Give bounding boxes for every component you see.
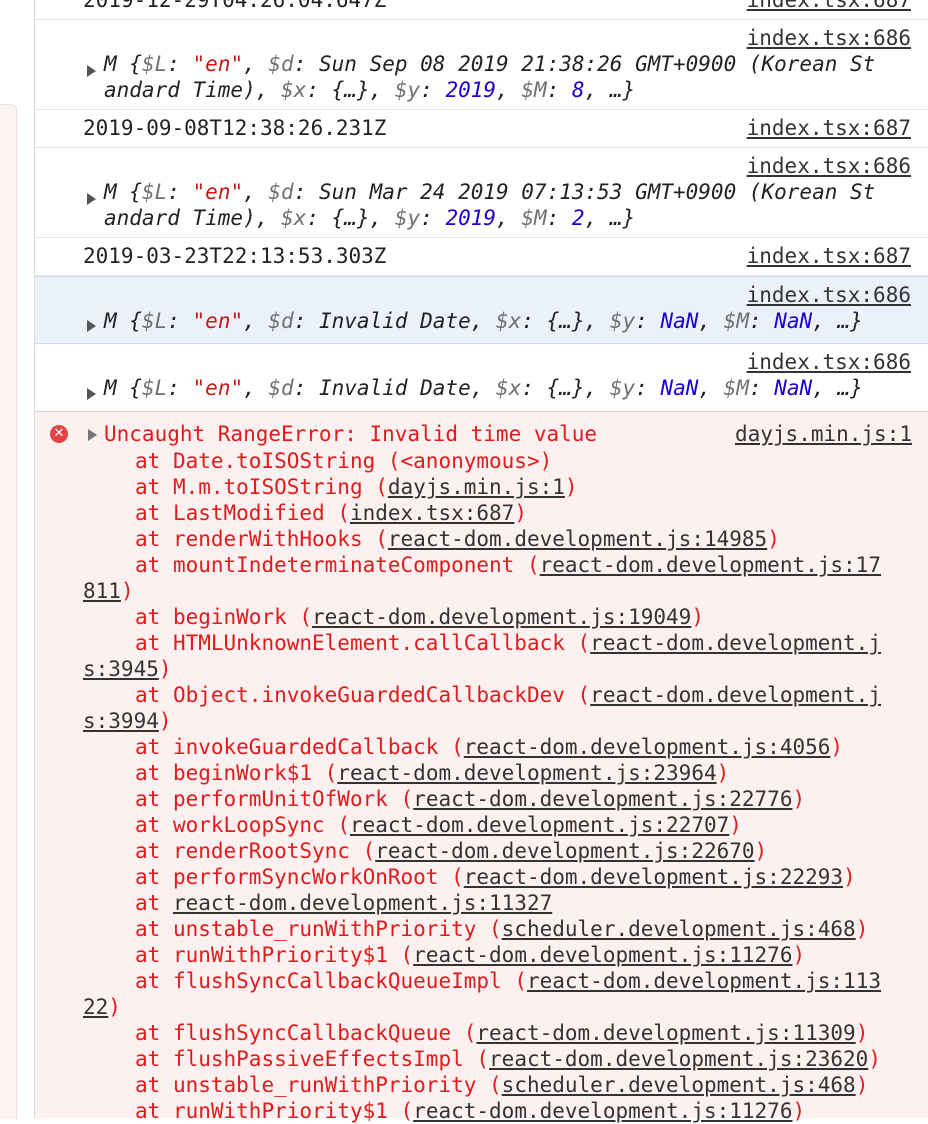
stack-frame-link[interactable]: react-dom.development.js:11327 xyxy=(173,891,552,915)
stack-frame-link[interactable]: react-dom.development.j xyxy=(590,631,881,655)
object-preview-line[interactable]: M {$L: "en", $d: Invalid Date, $x: {…}, … xyxy=(104,376,863,400)
console-panel: 2019-12-29T04:26:04.647Z index.tsx:687 i… xyxy=(34,0,928,1123)
console-entry-selected: index.tsx:686 M {$L: "en", $d: Invalid D… xyxy=(35,276,928,344)
console-entry: 2019-12-29T04:26:04.647Z index.tsx:687 xyxy=(35,0,928,20)
stack-frame-link[interactable]: react-dom.development.js:113 xyxy=(527,969,881,993)
console-entry: index.tsx:686 M {$L: "en", $d: Sun Mar 2… xyxy=(35,148,928,238)
stack-frame-link[interactable]: react-dom.development.js:22670 xyxy=(375,839,754,863)
stack-frame-link[interactable]: react-dom.development.js:22293 xyxy=(464,865,843,889)
expand-triangle-icon[interactable] xyxy=(87,65,96,77)
stack-frame-wrap: 811) xyxy=(83,579,134,603)
stack-frame-link[interactable]: s:3945 xyxy=(83,657,159,681)
stack-frame-link[interactable]: scheduler.development.js:468 xyxy=(502,917,856,941)
stack-frame-link[interactable]: react-dom.development.js:17 xyxy=(540,553,881,577)
object-preview-line[interactable]: M {$L: "en", $d: Sun Mar 24 2019 07:13:5… xyxy=(104,180,875,204)
stack-frame-link[interactable]: react-dom.development.js:4056 xyxy=(464,735,831,759)
source-link[interactable]: index.tsx:686 xyxy=(747,26,911,50)
stack-frame: at flushSyncCallbackQueueImpl (react-dom… xyxy=(135,969,881,993)
stack-frame: at renderWithHooks (react-dom.developmen… xyxy=(135,527,780,551)
console-entry: 2019-03-23T22:13:53.303Z index.tsx:687 xyxy=(35,238,928,276)
stack-frame-link[interactable]: react-dom.development.j xyxy=(590,683,881,707)
stack-frame-link[interactable]: react-dom.development.js:22707 xyxy=(350,813,729,837)
stack-frame: at flushPassiveEffectsImpl (react-dom.de… xyxy=(135,1047,881,1071)
log-text: 2019-03-23T22:13:53.303Z xyxy=(83,244,387,268)
expand-triangle-icon[interactable] xyxy=(87,193,96,205)
stack-frame-wrap: s:3994) xyxy=(83,709,172,733)
stack-frame-link[interactable]: scheduler.development.js:468 xyxy=(502,1073,856,1097)
stack-frame-link[interactable]: react-dom.development.js:22776 xyxy=(413,787,792,811)
object-preview-line[interactable]: M {$L: "en", $d: Sun Sep 08 2019 21:38:2… xyxy=(104,52,875,76)
expand-triangle-icon[interactable] xyxy=(88,429,97,441)
object-preview-line: andard Time), $x: {…}, $y: 2019, $M: 8, … xyxy=(104,78,636,102)
stack-frame-link[interactable]: 811 xyxy=(83,579,121,603)
stack-frame: at performUnitOfWork (react-dom.developm… xyxy=(135,787,806,811)
log-text: 2019-09-08T12:38:26.231Z xyxy=(83,116,387,140)
stack-frame: at unstable_runWithPriority (scheduler.d… xyxy=(135,917,869,941)
stack-frame-link[interactable]: 22 xyxy=(83,995,108,1019)
console-entry: index.tsx:686 M {$L: "en", $d: Invalid D… xyxy=(35,344,928,414)
stack-frame-link[interactable]: react-dom.development.js:11276 xyxy=(413,943,792,967)
source-link[interactable]: index.tsx:686 xyxy=(747,350,911,374)
stack-frame: at beginWork$1 (react-dom.development.js… xyxy=(135,761,730,785)
stack-frame: at workLoopSync (react-dom.development.j… xyxy=(135,813,742,837)
expand-triangle-icon[interactable] xyxy=(87,388,96,400)
stack-frame-link[interactable]: react-dom.development.js:11276 xyxy=(413,1099,792,1123)
stack-frame: at performSyncWorkOnRoot (react-dom.deve… xyxy=(135,865,856,889)
source-link[interactable]: dayjs.min.js:1 xyxy=(735,422,912,446)
stack-frame-link[interactable]: react-dom.development.js:14985 xyxy=(388,527,767,551)
stack-frame-wrap: 22) xyxy=(83,995,121,1019)
stack-frame: at HTMLUnknownElement.callCallback (reac… xyxy=(135,631,881,655)
stack-frame: at M.m.toISOString (dayjs.min.js:1) xyxy=(135,475,578,499)
stack-frame: at Object.invokeGuardedCallbackDev (reac… xyxy=(135,683,881,707)
object-preview-line: andard Time), $x: {…}, $y: 2019, $M: 2, … xyxy=(104,206,636,230)
source-link[interactable]: index.tsx:686 xyxy=(747,154,911,178)
stack-frame: at beginWork (react-dom.development.js:1… xyxy=(135,605,704,629)
source-link[interactable]: index.tsx:687 xyxy=(747,244,911,268)
stack-frame: at react-dom.development.js:11327 xyxy=(135,891,553,915)
stack-frame: at unstable_runWithPriority (scheduler.d… xyxy=(135,1073,869,1097)
error-icon: ✕ xyxy=(50,425,68,443)
stack-frame-link[interactable]: index.tsx:687 xyxy=(350,501,514,525)
stack-frame: at renderRootSync (react-dom.development… xyxy=(135,839,768,863)
stack-frame: at flushSyncCallbackQueue (react-dom.dev… xyxy=(135,1021,869,1045)
stack-frame: at LastModified (index.tsx:687) xyxy=(135,501,527,525)
stack-trace: at Date.toISOString (<anonymous>) at M.m.… xyxy=(83,448,923,1124)
console-entry: 2019-09-08T12:38:26.231Z index.tsx:687 xyxy=(35,110,928,148)
source-link[interactable]: index.tsx:687 xyxy=(747,116,911,140)
error-message[interactable]: Uncaught RangeError: Invalid time value xyxy=(104,422,597,446)
console-entry: index.tsx:686 M {$L: "en", $d: Sun Sep 0… xyxy=(35,20,928,110)
stack-frame-wrap: s:3945) xyxy=(83,657,172,681)
stack-frame-link[interactable]: dayjs.min.js:1 xyxy=(388,475,565,499)
stack-frame: at runWithPriority$1 (react-dom.developm… xyxy=(135,943,806,967)
stack-frame-link[interactable]: react-dom.development.js:23964 xyxy=(337,761,716,785)
stack-frame-link[interactable]: react-dom.development.js:19049 xyxy=(312,605,691,629)
stack-frame-link[interactable]: s:3994 xyxy=(83,709,159,733)
error-entry: ✕ Uncaught RangeError: Invalid time valu… xyxy=(35,411,928,1123)
expand-triangle-icon[interactable] xyxy=(87,320,96,332)
stack-frame-link[interactable]: react-dom.development.js:23620 xyxy=(489,1047,868,1071)
left-pane-panel xyxy=(0,104,17,1119)
stack-frame: at runWithPriority$1 (react-dom.developm… xyxy=(135,1099,806,1123)
stack-frame: at Date.toISOString (<anonymous>) xyxy=(135,449,553,473)
source-link[interactable]: index.tsx:687 xyxy=(747,0,911,12)
log-text: 2019-12-29T04:26:04.647Z xyxy=(83,0,387,12)
left-pane xyxy=(0,0,34,1119)
object-preview-line[interactable]: M {$L: "en", $d: Invalid Date, $x: {…}, … xyxy=(104,309,863,333)
stack-frame-link[interactable]: react-dom.development.js:11309 xyxy=(476,1021,855,1045)
stack-frame: at invokeGuardedCallback (react-dom.deve… xyxy=(135,735,844,759)
stack-frame: at mountIndeterminateComponent (react-do… xyxy=(135,553,881,577)
source-link[interactable]: index.tsx:686 xyxy=(747,283,911,307)
